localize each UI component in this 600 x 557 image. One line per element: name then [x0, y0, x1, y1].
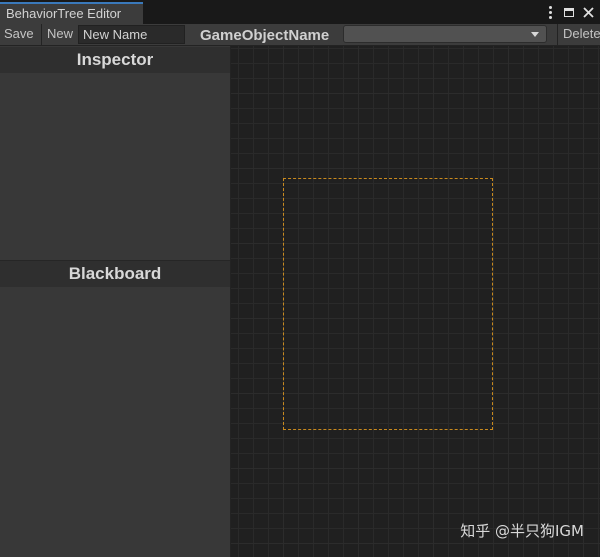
selection-rectangle — [283, 178, 493, 430]
chevron-down-icon — [531, 32, 539, 37]
tab-bar: BehaviorTree Editor — [0, 0, 600, 24]
inspector-content — [0, 73, 230, 259]
blackboard-content — [0, 287, 230, 557]
gameobject-dropdown[interactable] — [343, 25, 547, 43]
toolbar-divider — [41, 24, 42, 45]
new-button[interactable]: New — [43, 24, 77, 45]
tree-name-value: New Name — [83, 27, 148, 42]
window-controls — [542, 3, 596, 21]
tree-name-input[interactable]: New Name — [78, 25, 185, 44]
toolbar-divider — [557, 24, 558, 45]
gameobject-name-label: GameObjectName — [200, 27, 330, 44]
behavior-tree-editor-window: BehaviorTree Editor Save New New Name Ga… — [0, 0, 600, 557]
kebab-menu-icon[interactable] — [542, 3, 558, 21]
maximize-icon[interactable] — [561, 3, 577, 21]
editor-tab-label: BehaviorTree Editor — [6, 6, 122, 21]
delete-button[interactable]: Delete — [559, 24, 600, 45]
inspector-header: Inspector — [0, 47, 230, 73]
save-button[interactable]: Save — [0, 24, 38, 45]
watermark-text: 知乎 @半只狗IGM — [460, 522, 584, 540]
blackboard-header: Blackboard — [0, 261, 230, 287]
left-panel: Inspector Blackboard — [0, 46, 231, 557]
close-icon[interactable] — [580, 3, 596, 21]
editor-tab[interactable]: BehaviorTree Editor — [0, 2, 143, 24]
toolbar: Save New New Name GameObjectName Delete — [0, 24, 600, 46]
